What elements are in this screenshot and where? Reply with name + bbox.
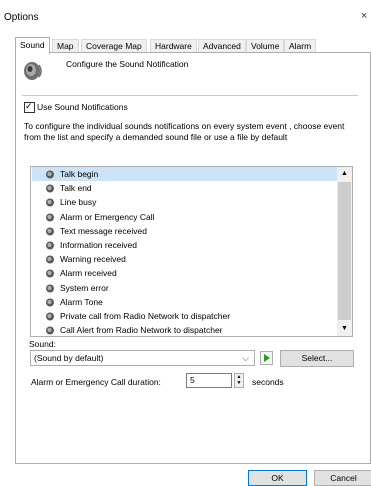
tab-volume[interactable]: Volume xyxy=(246,39,285,53)
event-list[interactable]: Talk begin Talk end Line busy Alarm or E… xyxy=(30,166,353,337)
close-icon[interactable]: × xyxy=(361,10,367,22)
list-item[interactable]: Alarm Tone xyxy=(44,295,338,309)
speaker-icon xyxy=(46,269,54,278)
tab-sound[interactable]: Sound xyxy=(15,37,50,54)
select-sound-button[interactable]: Select... xyxy=(280,350,354,367)
speaker-icon xyxy=(46,241,54,250)
speaker-icon xyxy=(46,198,54,207)
speaker-icon xyxy=(46,326,54,335)
sound-label: Sound: xyxy=(29,339,56,349)
title-bar xyxy=(0,0,371,30)
list-item[interactable]: Information received xyxy=(44,238,338,252)
tab-map[interactable]: Map xyxy=(52,39,79,53)
duration-unit: seconds xyxy=(252,377,284,387)
event-list-scrollbar[interactable]: ▲ ▼ xyxy=(337,167,352,336)
cancel-button[interactable]: Cancel xyxy=(314,470,371,486)
list-item[interactable]: System error xyxy=(44,281,338,295)
list-item[interactable]: Talk begin xyxy=(32,167,349,181)
play-button[interactable] xyxy=(260,351,273,365)
tab-coverage-map[interactable]: Coverage Map xyxy=(81,39,147,53)
page-header: Configure the Sound Notification xyxy=(66,59,189,69)
list-item[interactable]: Talk end xyxy=(44,181,338,195)
speaker-icon xyxy=(46,227,54,236)
scroll-up-icon[interactable]: ▲ xyxy=(337,167,352,181)
use-notifications-label[interactable]: Use Sound Notifications xyxy=(37,102,128,112)
speaker-icon xyxy=(46,255,54,264)
play-icon xyxy=(264,354,270,362)
duration-label: Alarm or Emergency Call duration: xyxy=(31,377,161,387)
duration-input[interactable]: 5 xyxy=(186,373,232,388)
speaker-icon xyxy=(46,312,54,321)
speaker-icon xyxy=(46,213,54,222)
duration-value: 5 xyxy=(190,375,195,385)
speaker-icon xyxy=(24,62,42,80)
speaker-icon xyxy=(46,170,54,179)
window-title: Options xyxy=(4,12,39,23)
list-item[interactable]: Alarm or Emergency Call xyxy=(44,210,338,224)
check-icon: ✓ xyxy=(25,101,33,111)
list-item[interactable]: Call Alert from Radio Network to dispatc… xyxy=(44,323,338,336)
list-item[interactable]: Private call from Radio Network to dispa… xyxy=(44,309,338,323)
sound-select-value: (Sound by default) xyxy=(34,353,104,363)
tab-hardware[interactable]: Hardware xyxy=(150,39,197,53)
tab-alarm[interactable]: Alarm xyxy=(284,39,317,53)
list-item[interactable]: Text message received xyxy=(44,224,338,238)
ok-button[interactable]: OK xyxy=(248,470,307,486)
speaker-icon xyxy=(46,298,54,307)
speaker-icon xyxy=(46,184,54,193)
speaker-icon xyxy=(46,284,54,293)
divider xyxy=(22,95,358,96)
chevron-down-icon: ⌵ xyxy=(242,353,249,363)
scrollbar-thumb[interactable] xyxy=(338,182,351,320)
duration-stepper[interactable]: ▲ ▼ xyxy=(234,373,244,388)
list-item[interactable]: Line busy xyxy=(44,195,338,209)
sound-select[interactable]: (Sound by default) ⌵ xyxy=(30,350,255,366)
scroll-down-icon[interactable]: ▼ xyxy=(337,322,352,336)
list-item[interactable]: Warning received xyxy=(44,252,338,266)
instructions-text: To configure the individual sounds notif… xyxy=(24,121,345,142)
tab-advanced[interactable]: Advanced xyxy=(198,39,246,53)
list-item[interactable]: Alarm received xyxy=(44,266,338,280)
